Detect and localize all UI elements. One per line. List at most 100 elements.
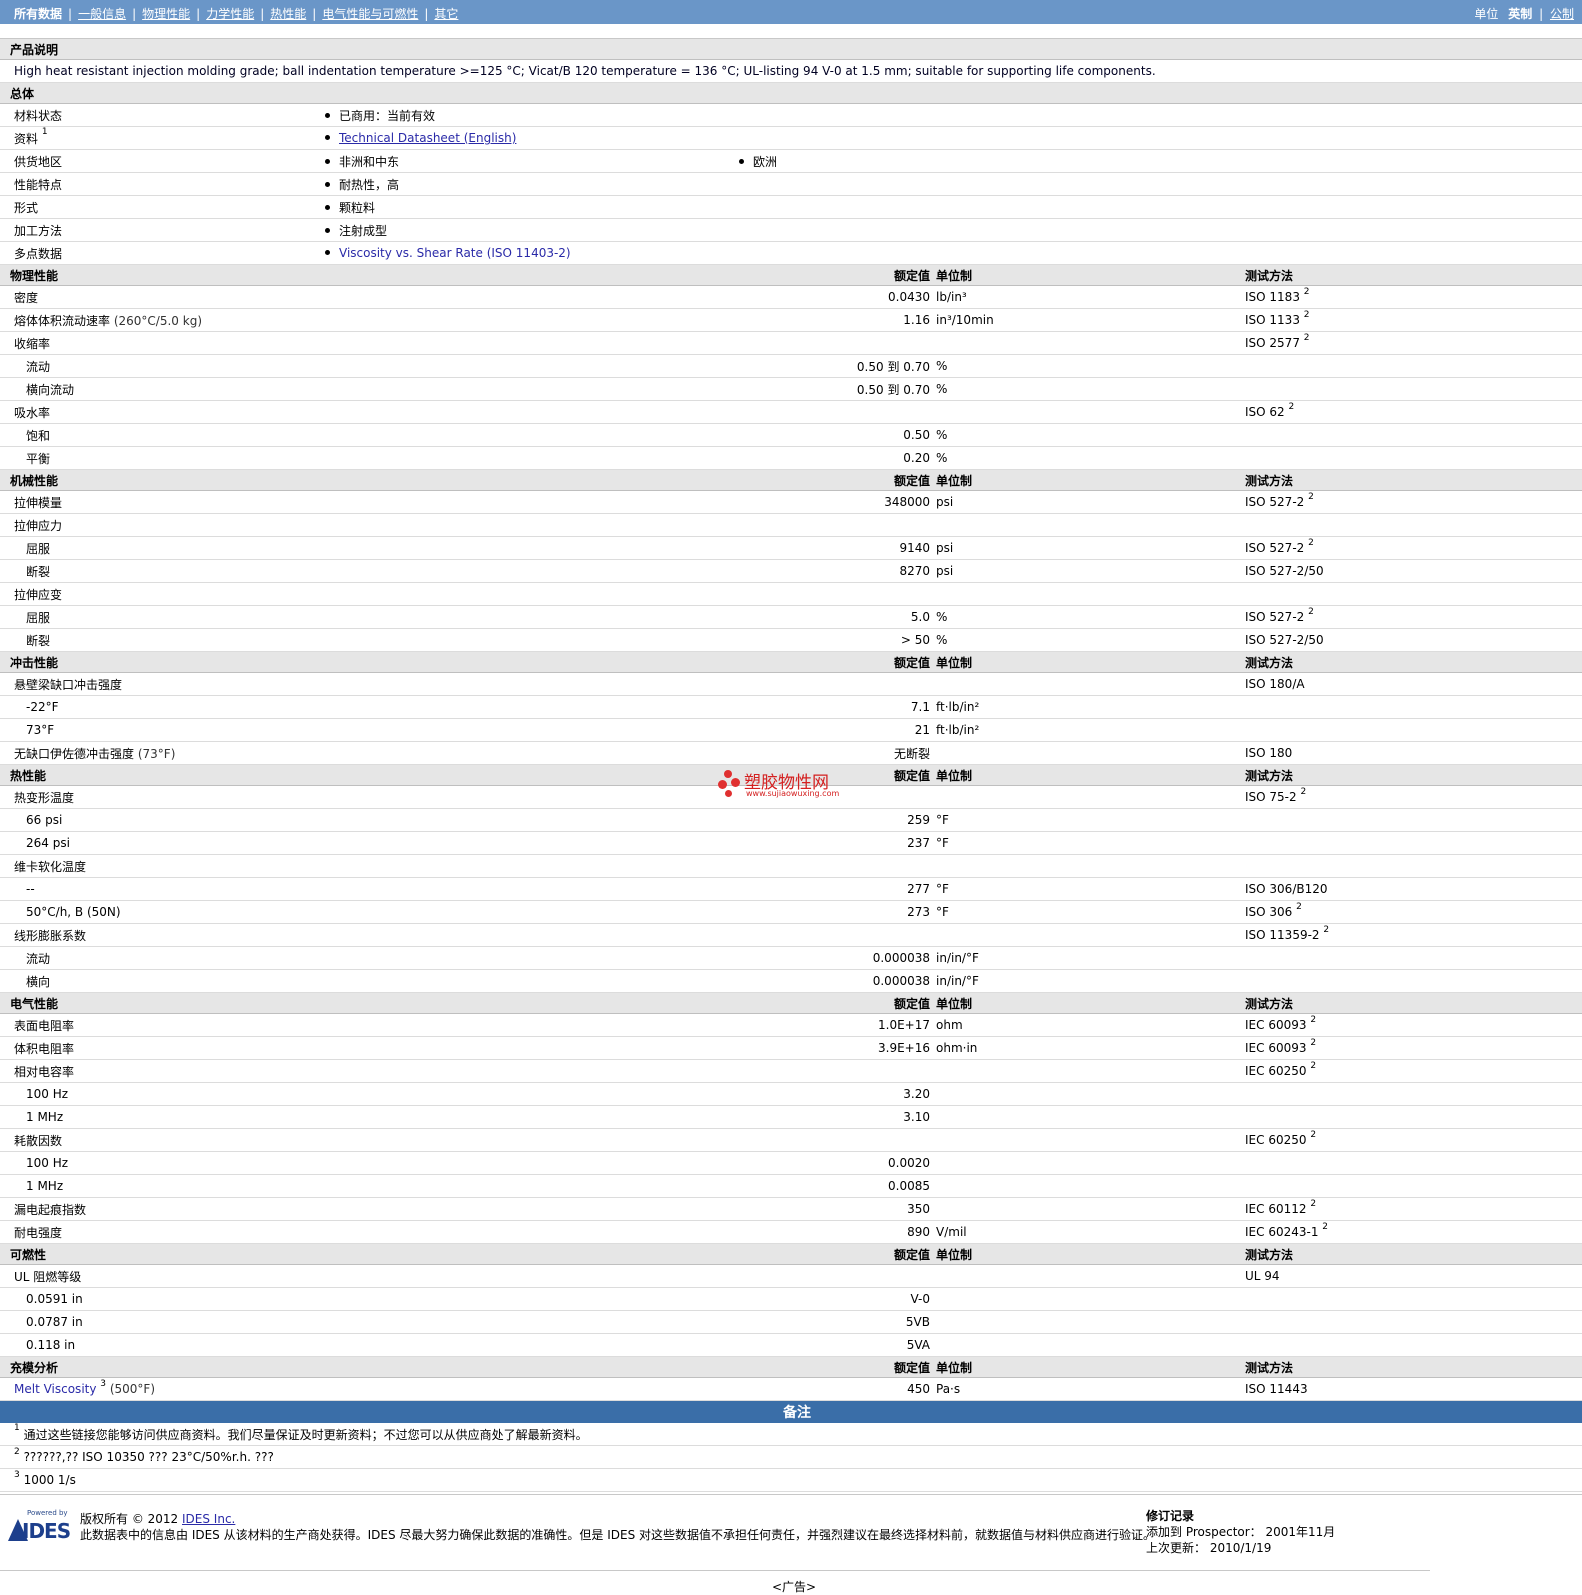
property-name: 线形膨胀系数: [14, 928, 87, 943]
col-header-unit: 单位制: [936, 764, 1245, 786]
unit: [936, 400, 1245, 424]
property-condition: (73°F): [137, 746, 176, 761]
property-row: 体积电阻率 3.9E+16 ohm·in IEC 60093 2: [0, 1036, 1582, 1060]
unit: ohm: [936, 1013, 1245, 1037]
col-header-value: 额定值: [734, 651, 936, 673]
section-title: 机械性能: [0, 469, 734, 491]
ides-link[interactable]: IDES Inc.: [182, 1512, 235, 1526]
property-name: 体积电阻率: [14, 1041, 75, 1056]
property-name: 饱和: [26, 428, 51, 443]
test-method-name: ISO 527-2: [1245, 610, 1305, 624]
tab-separator: |: [312, 7, 317, 21]
tab-separator: |: [68, 7, 73, 21]
section-title: 电气性能: [0, 992, 734, 1014]
units-metric-link[interactable]: 公制: [1550, 7, 1574, 21]
description-row: High heat resistant injection molding gr…: [0, 59, 1582, 83]
unit: %: [936, 446, 1245, 470]
property-label: 饱和: [0, 423, 734, 447]
tab-6[interactable]: 电气性能与可燃性: [322, 7, 418, 21]
nominal-value: [734, 1128, 936, 1152]
nominal-value: 0.000038: [734, 969, 936, 993]
property-row: 66 psi 259 °F: [0, 808, 1582, 832]
tab-4[interactable]: 力学性能: [206, 7, 254, 21]
nominal-value: 无断裂: [734, 741, 936, 765]
bullet-icon: [325, 112, 330, 118]
nominal-value: [734, 400, 936, 424]
property-label: 密度: [0, 285, 734, 309]
test-method-name: ISO 527-2: [1245, 541, 1305, 555]
unit: [936, 854, 1245, 878]
col-header-value: 额定值: [734, 469, 936, 491]
unit: in/in/°F: [936, 946, 1245, 970]
revision-added: 添加到 Prospector： 2001年11月: [1146, 1525, 1336, 1539]
unit: ft·lb/in²: [936, 718, 1245, 742]
unit: [936, 1151, 1245, 1175]
property-row: 100 Hz 0.0020: [0, 1151, 1582, 1175]
property-row: -- 277 °F ISO 306/B120: [0, 877, 1582, 901]
property-label: 无缺口伊佐德冲击强度 (73°F): [0, 741, 734, 765]
property-name: 拉伸应变: [14, 587, 63, 602]
nominal-value: [734, 582, 936, 606]
unit: Pa·s: [936, 1377, 1245, 1401]
tab-7[interactable]: 其它: [434, 7, 458, 21]
nominal-value: 3.10: [734, 1105, 936, 1129]
tab-2[interactable]: 一般信息: [78, 7, 126, 21]
property-row: 73°F 21 ft·lb/in²: [0, 718, 1582, 742]
test-method: IEC 60243-1 2: [1245, 1220, 1582, 1244]
tab-5[interactable]: 热性能: [270, 7, 306, 21]
notes-header: 备注: [0, 1400, 1582, 1423]
notes-title: 备注: [0, 1400, 1582, 1423]
test-method: [1245, 1333, 1582, 1357]
property-name: 50°C/h, B (50N): [26, 905, 121, 919]
unit: [936, 1174, 1245, 1198]
tab-1[interactable]: 所有数据: [14, 7, 62, 21]
general-row: 供货地区 非洲和中东 欧洲: [0, 149, 1582, 173]
test-method: [1245, 969, 1582, 993]
test-method: [1245, 513, 1582, 537]
nominal-value: 277: [734, 877, 936, 901]
property-label: 性能特点: [0, 172, 320, 196]
test-method-name: ISO 62: [1245, 405, 1285, 419]
note-text: 1000 1/s: [23, 1473, 76, 1487]
unit: [936, 1197, 1245, 1221]
test-method: ISO 2577 2: [1245, 331, 1582, 355]
property-condition: (260°C/5.0 kg): [113, 313, 202, 328]
test-method: [1245, 1082, 1582, 1106]
test-method: IEC 60250 2: [1245, 1059, 1582, 1083]
nominal-value: 0.000038: [734, 946, 936, 970]
section-title: 可燃性: [0, 1243, 734, 1265]
test-method-name: ISO 11443: [1245, 1382, 1308, 1396]
property-name: 拉伸应力: [14, 518, 63, 533]
revision-updated: 上次更新： 2010/1/19: [1146, 1541, 1272, 1555]
property-label: -22°F: [0, 695, 734, 719]
test-method: [1245, 718, 1582, 742]
property-name: 66 psi: [26, 813, 63, 827]
unit-switcher: 单位 英制 | 公制: [1474, 7, 1574, 21]
property-row: 漏电起痕指数 350 IEC 60112 2: [0, 1197, 1582, 1221]
general-row: 多点数据 Viscosity vs. Shear Rate (ISO 11403-…: [0, 241, 1582, 265]
footnote-ref: 2: [1308, 607, 1314, 617]
property-label: 流动: [0, 946, 734, 970]
footnote-ref: 1: [41, 126, 48, 137]
page-footer: Powered by IDES 版权所有 © 2012 IDES Inc. 此数…: [0, 1508, 1582, 1558]
property-label: UL 阻燃等级: [0, 1264, 734, 1288]
col-header-unit: 单位制: [936, 469, 1245, 491]
test-method: [1245, 446, 1582, 470]
test-method: [1245, 831, 1582, 855]
col-header-unit: 单位制: [936, 651, 1245, 673]
property-name: -22°F: [26, 700, 59, 714]
unit: [936, 1059, 1245, 1083]
property-label: 0.0591 in: [0, 1287, 734, 1311]
property-label: 100 Hz: [0, 1082, 734, 1106]
bullet-cell: [734, 241, 1582, 265]
logo-powered-by: Powered by: [27, 1509, 68, 1517]
bullet-cell: [734, 103, 1582, 127]
datasheet-link[interactable]: Technical Datasheet (English): [339, 131, 516, 145]
copyright-text: 版权所有 © 2012: [80, 1512, 179, 1526]
tab-3[interactable]: 物理性能: [142, 7, 190, 21]
unit: [936, 513, 1245, 537]
unit: [936, 331, 1245, 355]
test-method: ISO 527-2 2: [1245, 536, 1582, 560]
property-value: Viscosity vs. Shear Rate (ISO 11403-2): [339, 246, 571, 260]
footnote-ref: 2: [1310, 1061, 1317, 1071]
